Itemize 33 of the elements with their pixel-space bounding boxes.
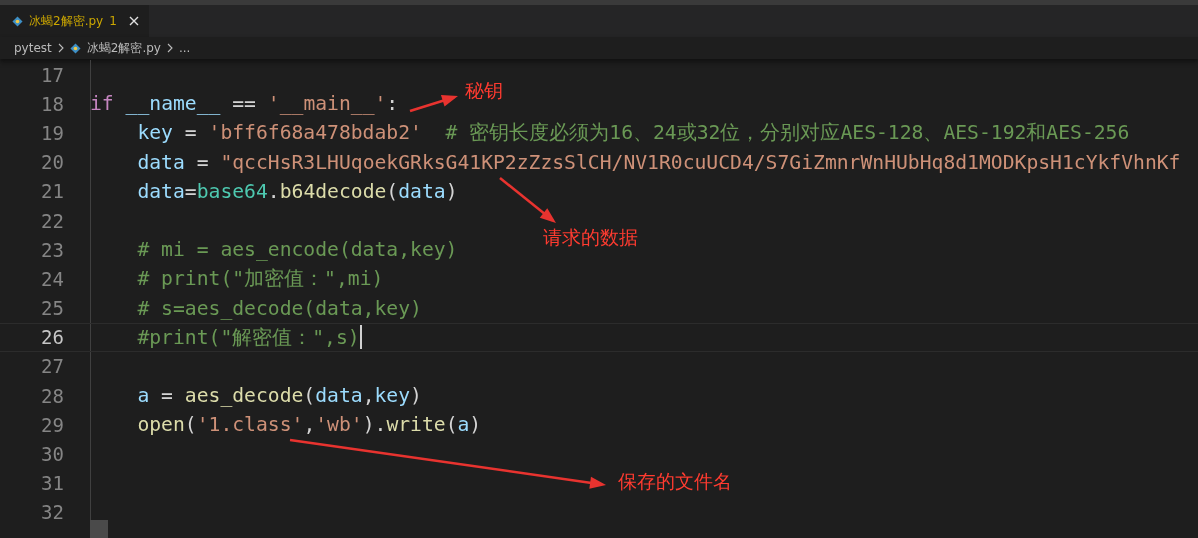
code-line: key = 'bff6f68a478bdab2' # 密钥长度必须为16、24或32位，分别对应AES-128、AES-192和AES-256 bbox=[137, 120, 1130, 147]
line-number: 26 bbox=[40, 326, 64, 349]
code-line: data = "qccHsR3LHUqoekGRksG41KP2zZzsSlCH/NV1R0cuUCD4/S7GiZmnrWnHUbHq8d1MODKpsH1cYkfVhnKf bbox=[137, 150, 1181, 174]
line-number: 27 bbox=[40, 355, 64, 378]
breadcrumb-item[interactable]: ... bbox=[178, 41, 191, 55]
line-number: 24 bbox=[40, 267, 64, 290]
code-line: a = aes_decode(data,key) bbox=[137, 384, 422, 408]
breadcrumb-item[interactable]: 冰蝎2解密.py bbox=[86, 39, 161, 57]
line-number: 29 bbox=[40, 413, 64, 436]
annotation-label: 保存的文件名 bbox=[618, 469, 732, 494]
editor-tab[interactable]: 冰蝎2解密.py 1 bbox=[0, 5, 149, 37]
annotation-label: 秘钥 bbox=[465, 78, 503, 103]
code-line: data=base64.b64decode(data) bbox=[137, 179, 458, 203]
line-number: 20 bbox=[40, 151, 64, 174]
line-number: 18 bbox=[40, 92, 64, 115]
code-line: # print("加密值：",mi) bbox=[137, 266, 384, 293]
code-line: # mi = aes_encode(data,key) bbox=[137, 238, 458, 262]
line-number: 25 bbox=[40, 297, 64, 320]
line-number: 30 bbox=[40, 443, 64, 466]
code-line: #print("解密值：",s) bbox=[137, 324, 360, 351]
line-number: 32 bbox=[40, 501, 64, 524]
code-line: open('1.class','wb').write(a) bbox=[137, 413, 482, 437]
line-number: 22 bbox=[40, 209, 64, 232]
line-number: 31 bbox=[40, 472, 64, 495]
line-number: 21 bbox=[40, 180, 64, 203]
code-line: # s=aes_decode(data,key) bbox=[137, 296, 422, 320]
annotation-label: 请求的数据 bbox=[543, 225, 638, 250]
breadcrumb-item[interactable]: pytest bbox=[14, 41, 52, 55]
line-number: 19 bbox=[40, 121, 64, 144]
line-number: 17 bbox=[40, 63, 64, 86]
code-line: if __name__ == '__main__': bbox=[90, 92, 399, 116]
line-number: 28 bbox=[40, 384, 64, 407]
line-number: 23 bbox=[40, 238, 64, 261]
